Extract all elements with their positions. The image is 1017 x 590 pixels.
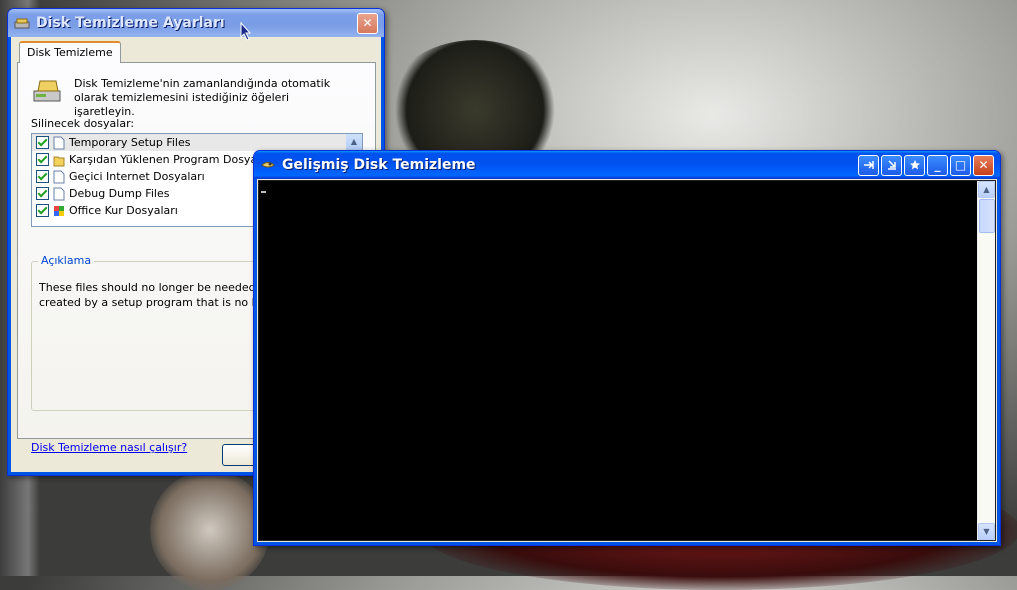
list-item-label: Debug Dump Files <box>69 187 170 200</box>
description-title: Açıklama <box>38 254 95 267</box>
scroll-down-icon[interactable]: ▼ <box>978 523 995 540</box>
scroll-thumb[interactable] <box>979 199 995 233</box>
checkbox[interactable] <box>36 153 49 166</box>
maximize-button[interactable]: □ <box>950 154 971 176</box>
console-close-button[interactable]: ✕ <box>973 154 994 176</box>
folder-icon <box>53 156 65 166</box>
mouse-pointer-icon <box>240 22 252 41</box>
checkbox[interactable] <box>36 204 49 217</box>
list-item-label: Geçici Internet Dosyaları <box>69 170 205 183</box>
scroll-up-icon[interactable]: ▲ <box>346 134 362 150</box>
minimize-button[interactable]: _ <box>927 154 948 176</box>
download-icon[interactable] <box>881 154 902 176</box>
checkbox[interactable] <box>36 170 49 183</box>
list-item-label: Temporary Setup Files <box>69 136 191 149</box>
dialog-title: Disk Temizleme Ayarları <box>36 15 225 31</box>
list-item[interactable]: Temporary Setup Files <box>32 134 362 151</box>
intro-text: Disk Temizleme'nin zamanlandığında otoma… <box>74 77 331 118</box>
advanced-disk-cleanup-window: Gelişmiş Disk Temizleme _ □ ✕ ▲ ▼ <box>253 150 1001 546</box>
file-icon <box>53 136 65 149</box>
dialog-close-button[interactable]: ✕ <box>357 12 378 34</box>
disk-cleanup-large-icon <box>33 80 61 102</box>
desktop-wallpaper-figure <box>150 470 270 590</box>
intro-section: Disk Temizleme'nin zamanlandığında otoma… <box>32 77 344 119</box>
list-item-label: Office Kur Dosyaları <box>69 204 178 217</box>
file-icon <box>53 187 65 200</box>
help-link[interactable]: Disk Temizleme nasıl çalışır? <box>31 441 187 454</box>
console-scrollbar[interactable]: ▲ ▼ <box>977 181 995 540</box>
console-app-icon <box>261 162 275 168</box>
console-titlebar[interactable]: Gelişmiş Disk Temizleme _ □ ✕ <box>254 151 1000 179</box>
console-output-area[interactable]: ▲ ▼ <box>258 180 996 541</box>
pin-icon[interactable] <box>858 154 879 176</box>
office-icon <box>54 205 64 216</box>
list-item-label: Karşıdan Yüklenen Program Dosyaları <box>69 153 275 166</box>
star-icon[interactable] <box>904 154 925 176</box>
disk-cleanup-icon <box>14 18 30 29</box>
checkbox[interactable] <box>36 187 49 200</box>
checkbox[interactable] <box>36 136 49 149</box>
file-icon <box>53 170 65 183</box>
text-cursor <box>261 191 266 193</box>
tab-disk-cleanup[interactable]: Disk Temizleme <box>19 41 121 63</box>
dialog-titlebar[interactable]: Disk Temizleme Ayarları ✕ <box>8 9 384 37</box>
files-to-delete-label: Silinecek dosyalar: <box>31 117 135 130</box>
scroll-up-icon[interactable]: ▲ <box>978 181 995 198</box>
console-title: Gelişmiş Disk Temizleme <box>282 157 476 173</box>
